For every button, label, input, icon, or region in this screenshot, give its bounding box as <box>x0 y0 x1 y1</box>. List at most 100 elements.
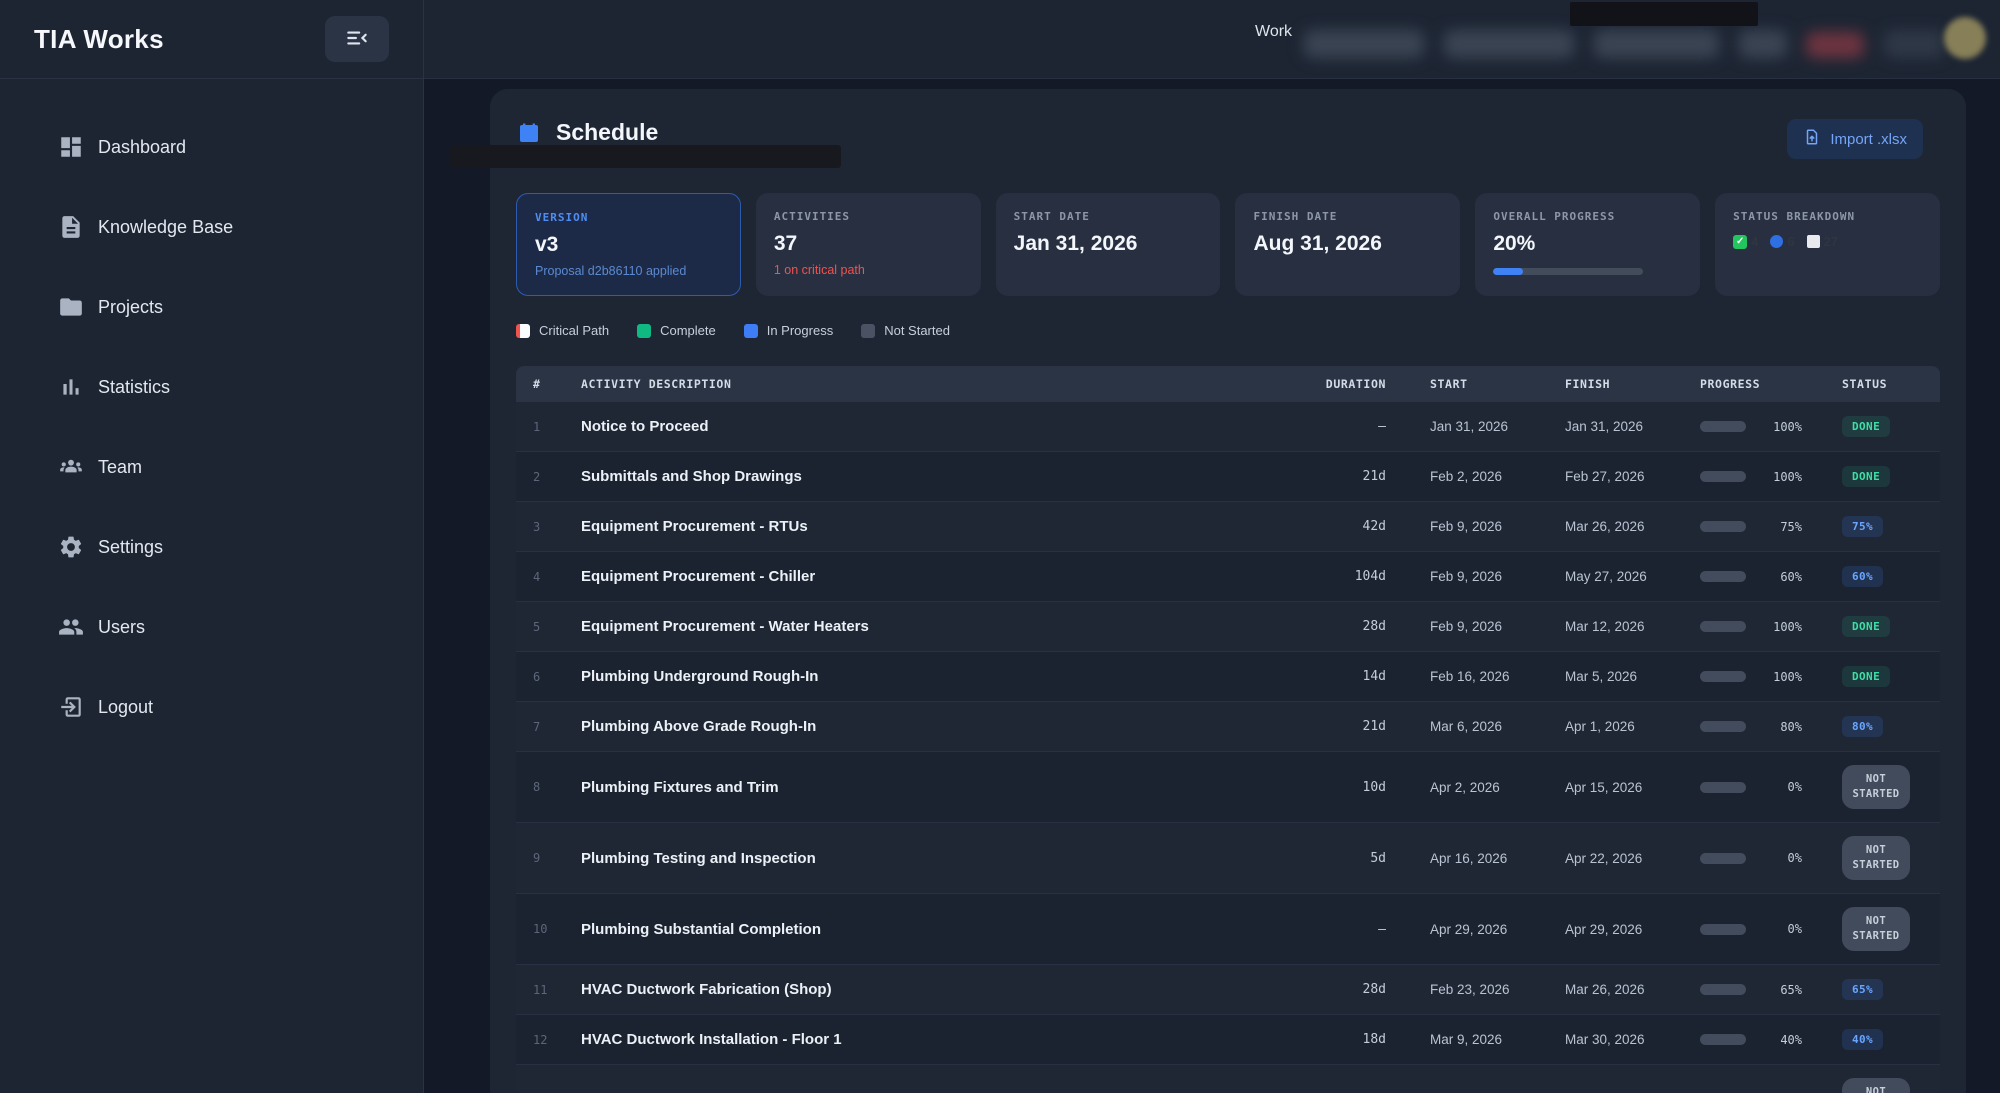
table-body: 1 Notice to Proceed – Jan 31, 2026 Jan 3… <box>516 402 1940 1093</box>
import-xlsx-button[interactable]: Import .xlsx <box>1787 119 1923 159</box>
table-row[interactable]: 6 Plumbing Underground Rough-In 14d Feb … <box>516 652 1940 702</box>
status-cell: NOT STARTED <box>1842 1078 1940 1093</box>
start-date-cell: Mar 6, 2026 <box>1402 719 1537 734</box>
stat-value: Jan 31, 2026 <box>1014 232 1203 256</box>
sidebar-collapse-button[interactable] <box>325 16 389 62</box>
progress-cell: 65% <box>1682 983 1842 997</box>
start-date-cell: Apr 2, 2026 <box>1402 780 1537 795</box>
row-number: 5 <box>516 620 564 634</box>
activity-description: HVAC Ductwork Fabrication (Shop) <box>564 981 1262 998</box>
row-number: 9 <box>516 851 564 865</box>
legend: Critical Path Complete In Progress Not S… <box>516 323 1940 338</box>
breakdown-item: 6 <box>1770 234 1794 249</box>
redaction-bar-subtitle <box>449 145 841 168</box>
sidebar: TIA Works Dashboard Knowledge Base Proje… <box>0 0 424 1093</box>
legend-swatch <box>637 324 651 338</box>
stat-card-version: VERSIONv3Proposal d2b86110 applied <box>516 193 741 296</box>
sidebar-item-users[interactable]: Users <box>0 605 423 649</box>
redacted-blur-region <box>1298 22 1988 68</box>
progress-pill <box>1700 621 1746 632</box>
sidebar-header: TIA Works <box>0 0 423 79</box>
table-row[interactable]: 7 Plumbing Above Grade Rough-In 21d Mar … <box>516 702 1940 752</box>
duration-cell: – <box>1262 922 1402 937</box>
start-date-cell: Apr 29, 2026 <box>1402 922 1537 937</box>
progress-percent: 100% <box>1758 620 1802 634</box>
table-row[interactable]: 4 Equipment Procurement - Chiller 104d F… <box>516 552 1940 602</box>
table-row[interactable]: NOT STARTED <box>516 1065 1940 1093</box>
sidebar-item-knowledge-base[interactable]: Knowledge Base <box>0 205 423 249</box>
status-cell: NOT STARTED <box>1842 836 1940 880</box>
sidebar-item-settings[interactable]: Settings <box>0 525 423 569</box>
progress-percent: 100% <box>1758 670 1802 684</box>
table-row[interactable]: 1 Notice to Proceed – Jan 31, 2026 Jan 3… <box>516 402 1940 452</box>
breakdown-item: 27 <box>1807 234 1838 249</box>
duration-cell: 5d <box>1262 851 1402 866</box>
progress-pill <box>1700 471 1746 482</box>
sidebar-item-logout[interactable]: Logout <box>0 685 423 729</box>
stat-value: Aug 31, 2026 <box>1253 232 1442 256</box>
file-import-icon <box>1803 128 1821 150</box>
activity-description: HVAC Ductwork Installation - Floor 1 <box>564 1031 1262 1048</box>
progress-cell: 100% <box>1682 470 1842 484</box>
finish-date-cell: Mar 12, 2026 <box>1537 619 1682 634</box>
stat-label: ACTIVITIES <box>774 210 963 223</box>
breakdown-count: 6 <box>1787 234 1794 249</box>
start-date-cell: Feb 9, 2026 <box>1402 519 1537 534</box>
sidebar-item-statistics[interactable]: Statistics <box>0 365 423 409</box>
progress-cell: 100% <box>1682 620 1842 634</box>
finish-date-cell: Apr 1, 2026 <box>1537 719 1682 734</box>
activity-description: Equipment Procurement - Water Heaters <box>564 618 1262 635</box>
status-cell: 40% <box>1842 1029 1940 1050</box>
legend-item-complete: Complete <box>637 323 716 338</box>
column-header-item: # <box>516 377 564 391</box>
progress-percent: 80% <box>1758 720 1802 734</box>
sidebar-item-label: Projects <box>98 297 163 318</box>
users-icon <box>58 614 84 640</box>
topbar: Work <box>424 0 2000 79</box>
legend-swatch <box>516 324 530 338</box>
table-row[interactable]: 5 Equipment Procurement - Water Heaters … <box>516 602 1940 652</box>
sidebar-item-team[interactable]: Team <box>0 445 423 489</box>
progress-cell: 100% <box>1682 670 1842 684</box>
column-header-status: STATUS <box>1842 377 1940 391</box>
finish-date-cell: Mar 30, 2026 <box>1537 1032 1682 1047</box>
table-row[interactable]: 10 Plumbing Substantial Completion – Apr… <box>516 894 1940 965</box>
activity-description: Notice to Proceed <box>564 418 1262 435</box>
table-row[interactable]: 8 Plumbing Fixtures and Trim 10d Apr 2, … <box>516 752 1940 823</box>
in-progress-circle-icon <box>1770 235 1783 248</box>
progress-pill <box>1700 1034 1746 1045</box>
status-badge: DONE <box>1842 666 1890 687</box>
status-badge: NOT STARTED <box>1842 1078 1910 1093</box>
stat-label: START DATE <box>1014 210 1203 223</box>
duration-cell: 18d <box>1262 1032 1402 1047</box>
progress-cell: 0% <box>1682 851 1842 865</box>
table-row[interactable]: 3 Equipment Procurement - RTUs 42d Feb 9… <box>516 502 1940 552</box>
progress-cell: 80% <box>1682 720 1842 734</box>
table-row[interactable]: 11 HVAC Ductwork Fabrication (Shop) 28d … <box>516 965 1940 1015</box>
sidebar-item-label: Team <box>98 457 142 478</box>
start-date-cell: Feb 16, 2026 <box>1402 669 1537 684</box>
user-avatar[interactable] <box>1944 17 1986 59</box>
column-header-start: START <box>1402 377 1537 391</box>
table-row[interactable]: 2 Submittals and Shop Drawings 21d Feb 2… <box>516 452 1940 502</box>
stat-value: 20% <box>1493 232 1682 256</box>
row-number: 10 <box>516 922 564 936</box>
status-badge: NOT STARTED <box>1842 765 1910 809</box>
stat-card-finish-date: FINISH DATEAug 31, 2026 <box>1235 193 1460 296</box>
sidebar-item-dashboard[interactable]: Dashboard <box>0 125 423 169</box>
row-number: 12 <box>516 1033 564 1047</box>
sidebar-item-projects[interactable]: Projects <box>0 285 423 329</box>
start-date-cell: Mar 9, 2026 <box>1402 1032 1537 1047</box>
app-title: TIA Works <box>34 24 164 55</box>
table-row[interactable]: 12 HVAC Ductwork Installation - Floor 1 … <box>516 1015 1940 1065</box>
progress-pill <box>1700 853 1746 864</box>
activity-description: Plumbing Above Grade Rough-In <box>564 718 1262 735</box>
stat-value: 37 <box>774 232 963 256</box>
table-header-row: #ACTIVITY DESCRIPTIONDURATIONSTARTFINISH… <box>516 366 1940 402</box>
status-cell: 75% <box>1842 516 1940 537</box>
progress-pill <box>1700 782 1746 793</box>
gear-icon <box>58 534 84 560</box>
finish-date-cell: Jan 31, 2026 <box>1537 419 1682 434</box>
row-number: 3 <box>516 520 564 534</box>
table-row[interactable]: 9 Plumbing Testing and Inspection 5d Apr… <box>516 823 1940 894</box>
